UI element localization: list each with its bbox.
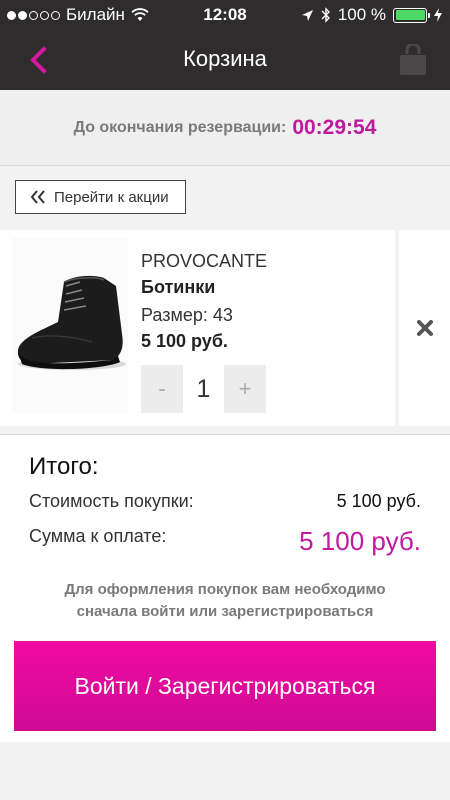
battery-percent: 100 % <box>337 5 386 24</box>
cost-label: Стоимость покупки: <box>29 491 194 511</box>
product-size: Размер: 43 <box>141 305 233 325</box>
shopping-bag-icon <box>400 42 426 75</box>
increase-quantity-button[interactable]: + <box>224 365 266 413</box>
pay-label: Сумма к оплате: <box>29 526 167 546</box>
quantity-value: 1 <box>196 374 211 403</box>
product-price: 5 100 руб. <box>141 331 228 351</box>
location-arrow-icon <box>301 9 313 21</box>
product-image[interactable] <box>12 238 128 414</box>
summary-title: Итого: <box>29 453 99 480</box>
cost-value: 5 100 руб. <box>336 491 421 511</box>
login-note-line-1: Для оформления покупок вам необходимо <box>64 581 386 598</box>
promo-area: Перейти к акции <box>0 166 450 230</box>
reservation-label: До окончания резервации: <box>73 118 287 136</box>
cart-button[interactable] <box>398 42 428 76</box>
quantity-stepper: - 1 + <box>141 365 267 413</box>
login-required-note: Для оформления покупок вам необходимо сн… <box>0 579 450 623</box>
battery-icon <box>393 7 430 23</box>
double-chevron-left-icon <box>30 190 45 204</box>
app: Билайн 12:08 100 % Корзина До окончания … <box>0 0 450 800</box>
status-right: 100 % <box>301 5 442 25</box>
order-summary: Итого: Стоимость покупки: 5 100 руб. Сум… <box>0 434 450 630</box>
page-title: Корзина <box>183 46 267 71</box>
product-name: Ботинки <box>141 277 216 297</box>
nav-bar: Корзина <box>0 30 450 90</box>
status-bar: Билайн 12:08 100 % <box>0 0 450 30</box>
login-register-button[interactable]: Войти / Зарегистрироваться <box>14 641 436 731</box>
product-brand: PROVOCANTE <box>141 251 268 271</box>
header: Билайн 12:08 100 % Корзина <box>0 0 450 90</box>
decrease-quantity-button[interactable]: - <box>141 365 183 413</box>
remove-item-button[interactable] <box>399 230 450 426</box>
bluetooth-icon <box>321 7 330 23</box>
login-button-area: Войти / Зарегистрироваться <box>0 630 450 742</box>
go-to-promo-button[interactable]: Перейти к акции <box>15 180 186 214</box>
reservation-timer: 00:29:54 <box>292 115 377 139</box>
login-note-line-2: сначала войти или зарегистрироваться <box>76 603 374 620</box>
promo-label: Перейти к акции <box>54 188 169 206</box>
close-icon <box>416 320 433 336</box>
reservation-banner: До окончания резервации: 00:29:54 <box>0 90 450 166</box>
cart-item: PROVOCANTE Ботинки Размер: 43 5 100 руб.… <box>0 230 395 426</box>
pay-value: 5 100 руб. <box>299 526 421 556</box>
charging-icon <box>434 8 442 22</box>
